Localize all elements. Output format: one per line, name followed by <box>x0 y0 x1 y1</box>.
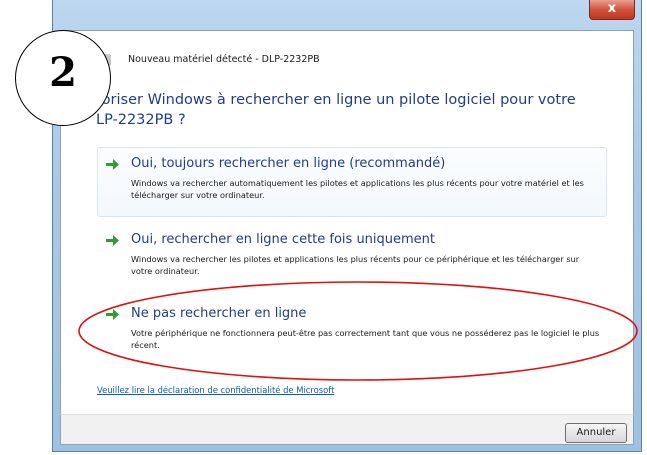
instruction-line-2: LP-2232PB ? <box>96 112 186 128</box>
privacy-statement-link[interactable]: Veuillez lire la déclaration de confiden… <box>97 385 334 395</box>
cancel-button[interactable]: Annuler <box>565 423 627 443</box>
title-bar: x <box>53 0 641 30</box>
option-heading: Oui, toujours rechercher en ligne (recom… <box>131 156 446 171</box>
close-button[interactable]: x <box>589 0 635 20</box>
option-description: Windows va rechercher automatiquement le… <box>131 178 584 200</box>
green-arrow-icon <box>106 159 119 170</box>
option-heading: Oui, rechercher en ligne cette fois uniq… <box>131 232 436 247</box>
option-description: Windows va rechercher les pilotes et app… <box>131 254 580 276</box>
window-title: Nouveau matériel détecté - DLP-2232PB <box>128 54 320 65</box>
red-highlight-ellipse <box>78 281 638 381</box>
instruction-line-1: toriser Windows à rechercher en ligne un… <box>96 92 576 108</box>
step-number-badge: 2 <box>15 30 111 126</box>
step-number: 2 <box>49 49 77 96</box>
dialog-footer <box>60 414 634 445</box>
green-arrow-icon <box>106 235 119 246</box>
main-instruction: toriser Windows à rechercher en ligne un… <box>96 90 576 130</box>
